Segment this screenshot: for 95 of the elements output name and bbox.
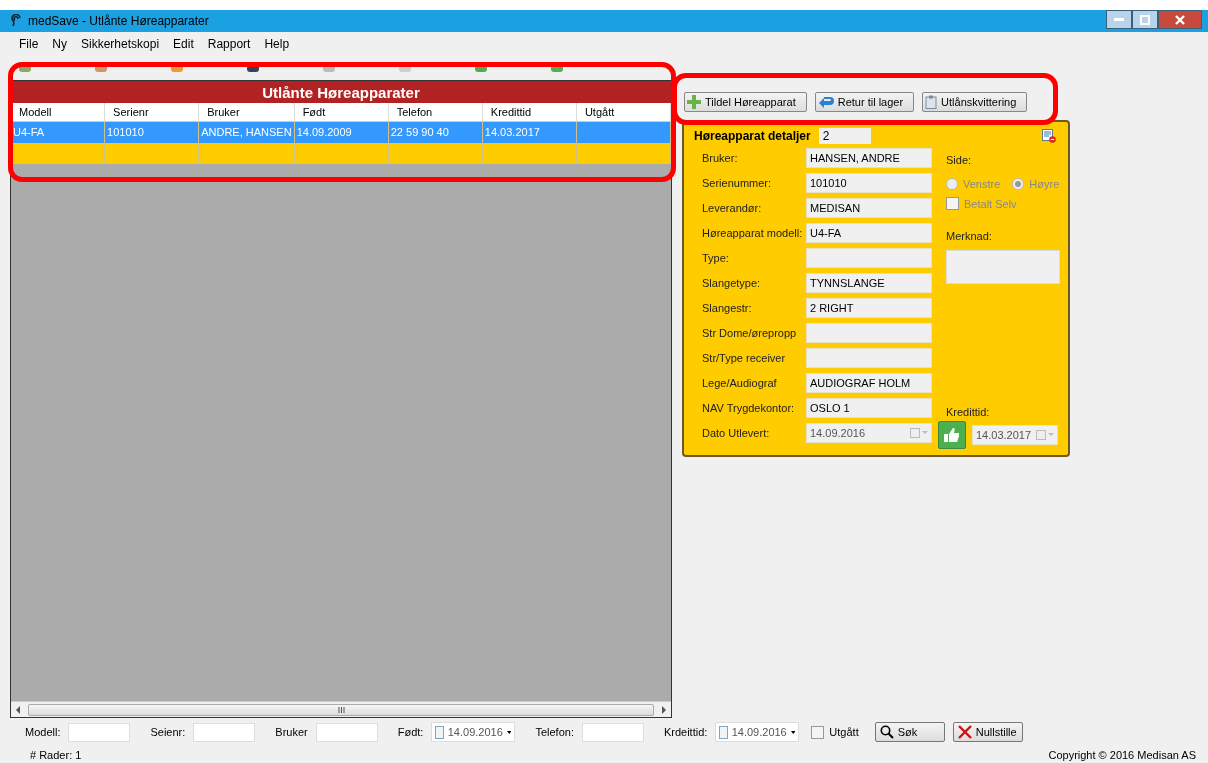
action-button[interactable]: Utlånskvittering [922, 92, 1028, 112]
text-field[interactable] [806, 323, 932, 343]
column-header[interactable]: Bruker [199, 103, 295, 122]
restore-icon [1140, 14, 1150, 25]
text-field[interactable]: AUDIOGRAF HOLM [806, 373, 932, 393]
field-label: Leverandør: [702, 202, 763, 214]
return-arrow-icon [817, 95, 834, 109]
reset-button[interactable]: Nullstille [952, 722, 1023, 742]
delete-record-icon[interactable] [1042, 129, 1056, 143]
table-cell[interactable] [576, 143, 671, 164]
filter-field[interactable] [68, 722, 131, 742]
field-label: Slangetype: [702, 277, 762, 289]
dropdown-caret-icon [790, 729, 796, 735]
text-field[interactable]: MEDISAN [806, 198, 932, 218]
action-button[interactable]: Retur til lager [814, 92, 915, 112]
table-cell[interactable] [388, 143, 483, 164]
table-cell[interactable] [11, 143, 106, 164]
field-label: Kredittid: [946, 406, 990, 418]
table-title: Utlånte Høreapparater [11, 81, 671, 103]
table-cell[interactable] [482, 143, 577, 164]
close-icon [1175, 14, 1185, 25]
field-label: Merknad: [946, 230, 992, 242]
filter-field[interactable] [315, 722, 378, 742]
column-header[interactable]: Født [294, 103, 389, 122]
menu-item[interactable]: File [14, 37, 44, 51]
text-field[interactable]: U4-FA [806, 223, 932, 243]
menu-item[interactable]: Ny [47, 37, 72, 51]
horizontal-scrollbar[interactable] [11, 701, 671, 717]
menu-item[interactable]: Help [259, 37, 295, 51]
note-field[interactable] [946, 250, 1060, 284]
maximize-button[interactable] [1132, 10, 1158, 29]
search-icon [879, 725, 894, 739]
filter-label: Telefon: [535, 726, 574, 738]
action-button[interactable]: Tildel Høreapparat [684, 92, 807, 112]
checkbox-option[interactable]: Utgått [811, 725, 859, 739]
filter-field[interactable] [193, 722, 256, 742]
field-label: Høreapparat modell: [702, 227, 804, 239]
table-cell[interactable] [199, 143, 295, 164]
minimize-icon [1114, 18, 1124, 21]
column-header[interactable]: Serienr [105, 103, 200, 122]
copyright-text: Copyright © 2016 Medisan AS [1048, 748, 1196, 761]
thumbs-up-button[interactable] [938, 421, 966, 449]
field-label: Str Dome/ørepropp [702, 327, 798, 339]
calendar-icon [910, 428, 928, 438]
date-field[interactable]: 14.03.2017 [972, 425, 1058, 445]
field-label: Type: [702, 252, 730, 264]
filter-label: Modell: [25, 726, 61, 738]
column-header[interactable]: Telefon [388, 103, 483, 122]
text-field[interactable]: HANSEN, ANDRE [806, 148, 932, 168]
menu-item[interactable]: Edit [168, 37, 199, 51]
filter-label: Bruker [275, 726, 308, 738]
panel-title: Høreapparat detaljer [694, 129, 811, 143]
filter-label: Krdeittid: [663, 726, 708, 738]
menu-item[interactable]: Rapport [202, 37, 256, 51]
field-label: Bruker: [702, 152, 739, 164]
filter-label: Født: [397, 726, 424, 738]
filter-field[interactable] [581, 722, 644, 742]
field-label: Slangestr: [702, 302, 753, 314]
table-cell[interactable] [294, 143, 389, 164]
window-title: medSave - Utlånte Høreapparater [28, 14, 210, 28]
text-field[interactable] [806, 348, 932, 368]
text-field[interactable] [806, 248, 932, 268]
field-label: Serienummer: [702, 177, 773, 189]
column-header[interactable]: Kredittid [482, 103, 577, 122]
close-button[interactable] [1158, 10, 1202, 29]
filter-label: Seienr: [150, 726, 186, 738]
text-field[interactable]: OSLO 1 [806, 398, 932, 418]
ear-logo-icon [10, 14, 22, 28]
dropdown-caret-icon [506, 729, 512, 735]
table-cell[interactable] [105, 143, 200, 164]
column-header[interactable]: Utgått [576, 103, 671, 122]
field-label: Str/Type receiver [702, 352, 787, 364]
minimize-button[interactable] [1106, 10, 1132, 29]
clipboard-icon [925, 95, 938, 109]
calendar-icon [1036, 430, 1054, 440]
plus-icon [687, 95, 701, 109]
text-field[interactable]: 101010 [806, 173, 932, 193]
field-label: Dato Utlevert: [702, 427, 771, 439]
text-field[interactable]: 2 RIGHT [806, 298, 932, 318]
thumbs-up-icon [944, 428, 960, 442]
field-label: NAV Trygdekontor: [702, 402, 796, 414]
search-button[interactable]: Søk [874, 722, 945, 742]
date-picker[interactable]: 14.09.2016 [715, 722, 800, 742]
text-field[interactable]: TYNNSLANGE [806, 273, 932, 293]
grip-icon [337, 706, 345, 713]
row-count: # Rader: 1 [30, 748, 82, 761]
close-icon [957, 725, 972, 739]
menu-item[interactable]: Sikkerhetskopi [76, 37, 165, 51]
date-picker[interactable]: 14.09.2016 [431, 722, 516, 742]
field-label: Side: [946, 154, 973, 166]
date-field[interactable]: 14.09.2016 [806, 423, 932, 443]
field-label: Lege/Audiograf [702, 377, 778, 389]
id-field[interactable]: 2 [818, 128, 871, 144]
column-header[interactable]: Modell [11, 103, 106, 122]
table-cell[interactable] [576, 122, 671, 143]
